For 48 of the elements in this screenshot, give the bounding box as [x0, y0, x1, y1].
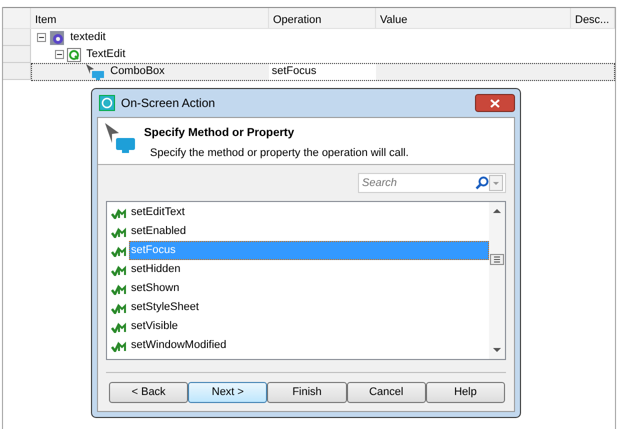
dialog-description: Specify the method or property the operation will call.	[150, 146, 409, 162]
cursor-monitor-icon	[84, 62, 105, 80]
collapse-icon[interactable]	[55, 50, 64, 59]
search-box[interactable]: Search	[358, 173, 506, 193]
q-icon	[66, 48, 81, 62]
method-item[interactable]: setEnabled	[129, 222, 489, 241]
dialog-button[interactable]: Next >	[188, 382, 268, 403]
method-icon	[111, 226, 126, 238]
table-cell: setFocus	[269, 62, 376, 80]
method-item[interactable]: setHidden	[129, 260, 489, 279]
column-header[interactable]: Value	[376, 8, 571, 28]
dialog-heading: Specify Method or Property	[144, 126, 296, 141]
method-icon	[111, 264, 126, 276]
method-icon	[111, 340, 126, 352]
gear-icon	[48, 30, 65, 46]
method-item[interactable]: setStyleSheet	[129, 298, 489, 317]
method-item[interactable]: setEditText	[129, 203, 489, 222]
tree-item[interactable]: textedit	[68, 29, 108, 46]
scrollbar[interactable]	[489, 202, 505, 359]
collapse-icon[interactable]	[37, 33, 46, 42]
method-icon	[111, 302, 126, 314]
close-icon	[490, 98, 500, 108]
dialog-button[interactable]: Help	[426, 382, 506, 403]
tree-item[interactable]: TextEdit	[84, 46, 128, 63]
method-icon	[111, 320, 126, 332]
method-item[interactable]: setVisible	[129, 317, 489, 336]
dialog-button[interactable]: Finish	[267, 382, 347, 403]
scroll-up-icon[interactable]	[493, 208, 501, 214]
app-icon	[99, 95, 115, 111]
dialog-button[interactable]: < Back	[109, 382, 188, 403]
window-title: On-Screen Action	[121, 95, 216, 112]
cursor-monitor-icon	[104, 122, 136, 156]
method-icon	[111, 244, 126, 256]
selected-row[interactable]: ComboBox setFocus	[31, 62, 615, 80]
column-header[interactable]: Item	[31, 8, 269, 28]
dialog-button[interactable]: Cancel	[346, 382, 426, 403]
method-item[interactable]: setWindowModified	[129, 336, 489, 355]
scroll-thumb-icon[interactable]	[490, 254, 504, 265]
dropdown-icon[interactable]	[489, 175, 503, 191]
scroll-down-icon[interactable]	[493, 347, 501, 353]
search-icon[interactable]	[475, 176, 489, 190]
tree-item[interactable]: ComboBox	[108, 63, 168, 80]
method-icon	[111, 206, 126, 218]
column-header[interactable]: Operation	[269, 8, 376, 28]
method-icon	[111, 282, 126, 294]
method-item[interactable]: setShown	[129, 279, 489, 298]
close-button[interactable]	[475, 94, 515, 112]
column-header[interactable]: Desc...	[571, 8, 615, 28]
